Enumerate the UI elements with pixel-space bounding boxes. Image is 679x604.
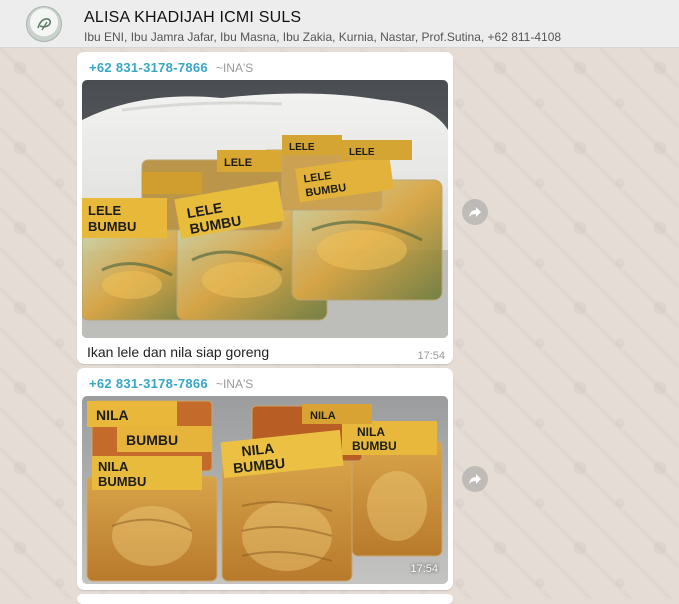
lele-bumbu-photo: LELE BUMBU LELE BUMBU LELE BUMBU LELE LE… (82, 80, 448, 338)
svg-text:BUMBU: BUMBU (88, 219, 136, 234)
message-time: 17:54 (417, 350, 445, 362)
forward-button[interactable] (462, 466, 488, 492)
message-photo[interactable]: LELE BUMBU LELE BUMBU LELE BUMBU LELE LE… (82, 80, 448, 338)
sender-phone[interactable]: +62 831-3178-7866 (89, 376, 208, 391)
svg-text:BUMBU: BUMBU (98, 474, 146, 489)
forward-button[interactable] (462, 199, 488, 225)
forward-arrow-icon (469, 474, 481, 484)
sender-phone[interactable]: +62 831-3178-7866 (89, 60, 208, 75)
svg-text:BUMBU: BUMBU (352, 439, 397, 453)
message-photo[interactable]: NILA BUMBU NILA BUMBU NILA BUMBU NILA BU… (82, 396, 448, 584)
group-logo-icon (37, 18, 52, 31)
message-time: 17:54 (410, 563, 438, 575)
sender-alias: ~INA'S (215, 377, 254, 391)
svg-text:NILA: NILA (357, 425, 385, 439)
chat-title[interactable]: ALISA KHADIJAH ICMI SULS (84, 9, 301, 27)
image-message[interactable]: +62 831-3178-7866 ~INA'S LELE BUMBU LELE… (77, 52, 453, 364)
message-sender: +62 831-3178-7866 ~INA'S (89, 60, 253, 75)
group-avatar[interactable] (26, 6, 62, 42)
svg-text:LELE: LELE (349, 147, 375, 158)
nila-bumbu-photo: NILA BUMBU NILA BUMBU NILA BUMBU NILA BU… (82, 396, 448, 584)
svg-text:LELE: LELE (88, 203, 122, 218)
svg-text:LELE: LELE (224, 157, 252, 169)
svg-text:NILA: NILA (96, 407, 129, 423)
group-members-list: Ibu ENI, Ibu Jamra Jafar, Ibu Masna, Ibu… (84, 30, 562, 44)
image-message[interactable]: +62 831-3178-7866 ~INA'S NILA BUMBU NILA… (77, 368, 453, 590)
svg-text:BUMBU: BUMBU (126, 432, 178, 448)
svg-text:LELE: LELE (289, 142, 315, 153)
svg-text:NILA: NILA (98, 459, 129, 474)
message-sender: +62 831-3178-7866 ~INA'S (89, 376, 253, 391)
next-message-partial[interactable] (77, 594, 453, 604)
svg-text:NILA: NILA (310, 410, 336, 422)
sender-alias: ~INA'S (215, 61, 254, 75)
message-caption: Ikan lele dan nila siap goreng (87, 344, 270, 360)
chat-header[interactable]: ALISA KHADIJAH ICMI SULS Ibu ENI, Ibu Ja… (0, 0, 679, 48)
forward-arrow-icon (469, 207, 481, 217)
